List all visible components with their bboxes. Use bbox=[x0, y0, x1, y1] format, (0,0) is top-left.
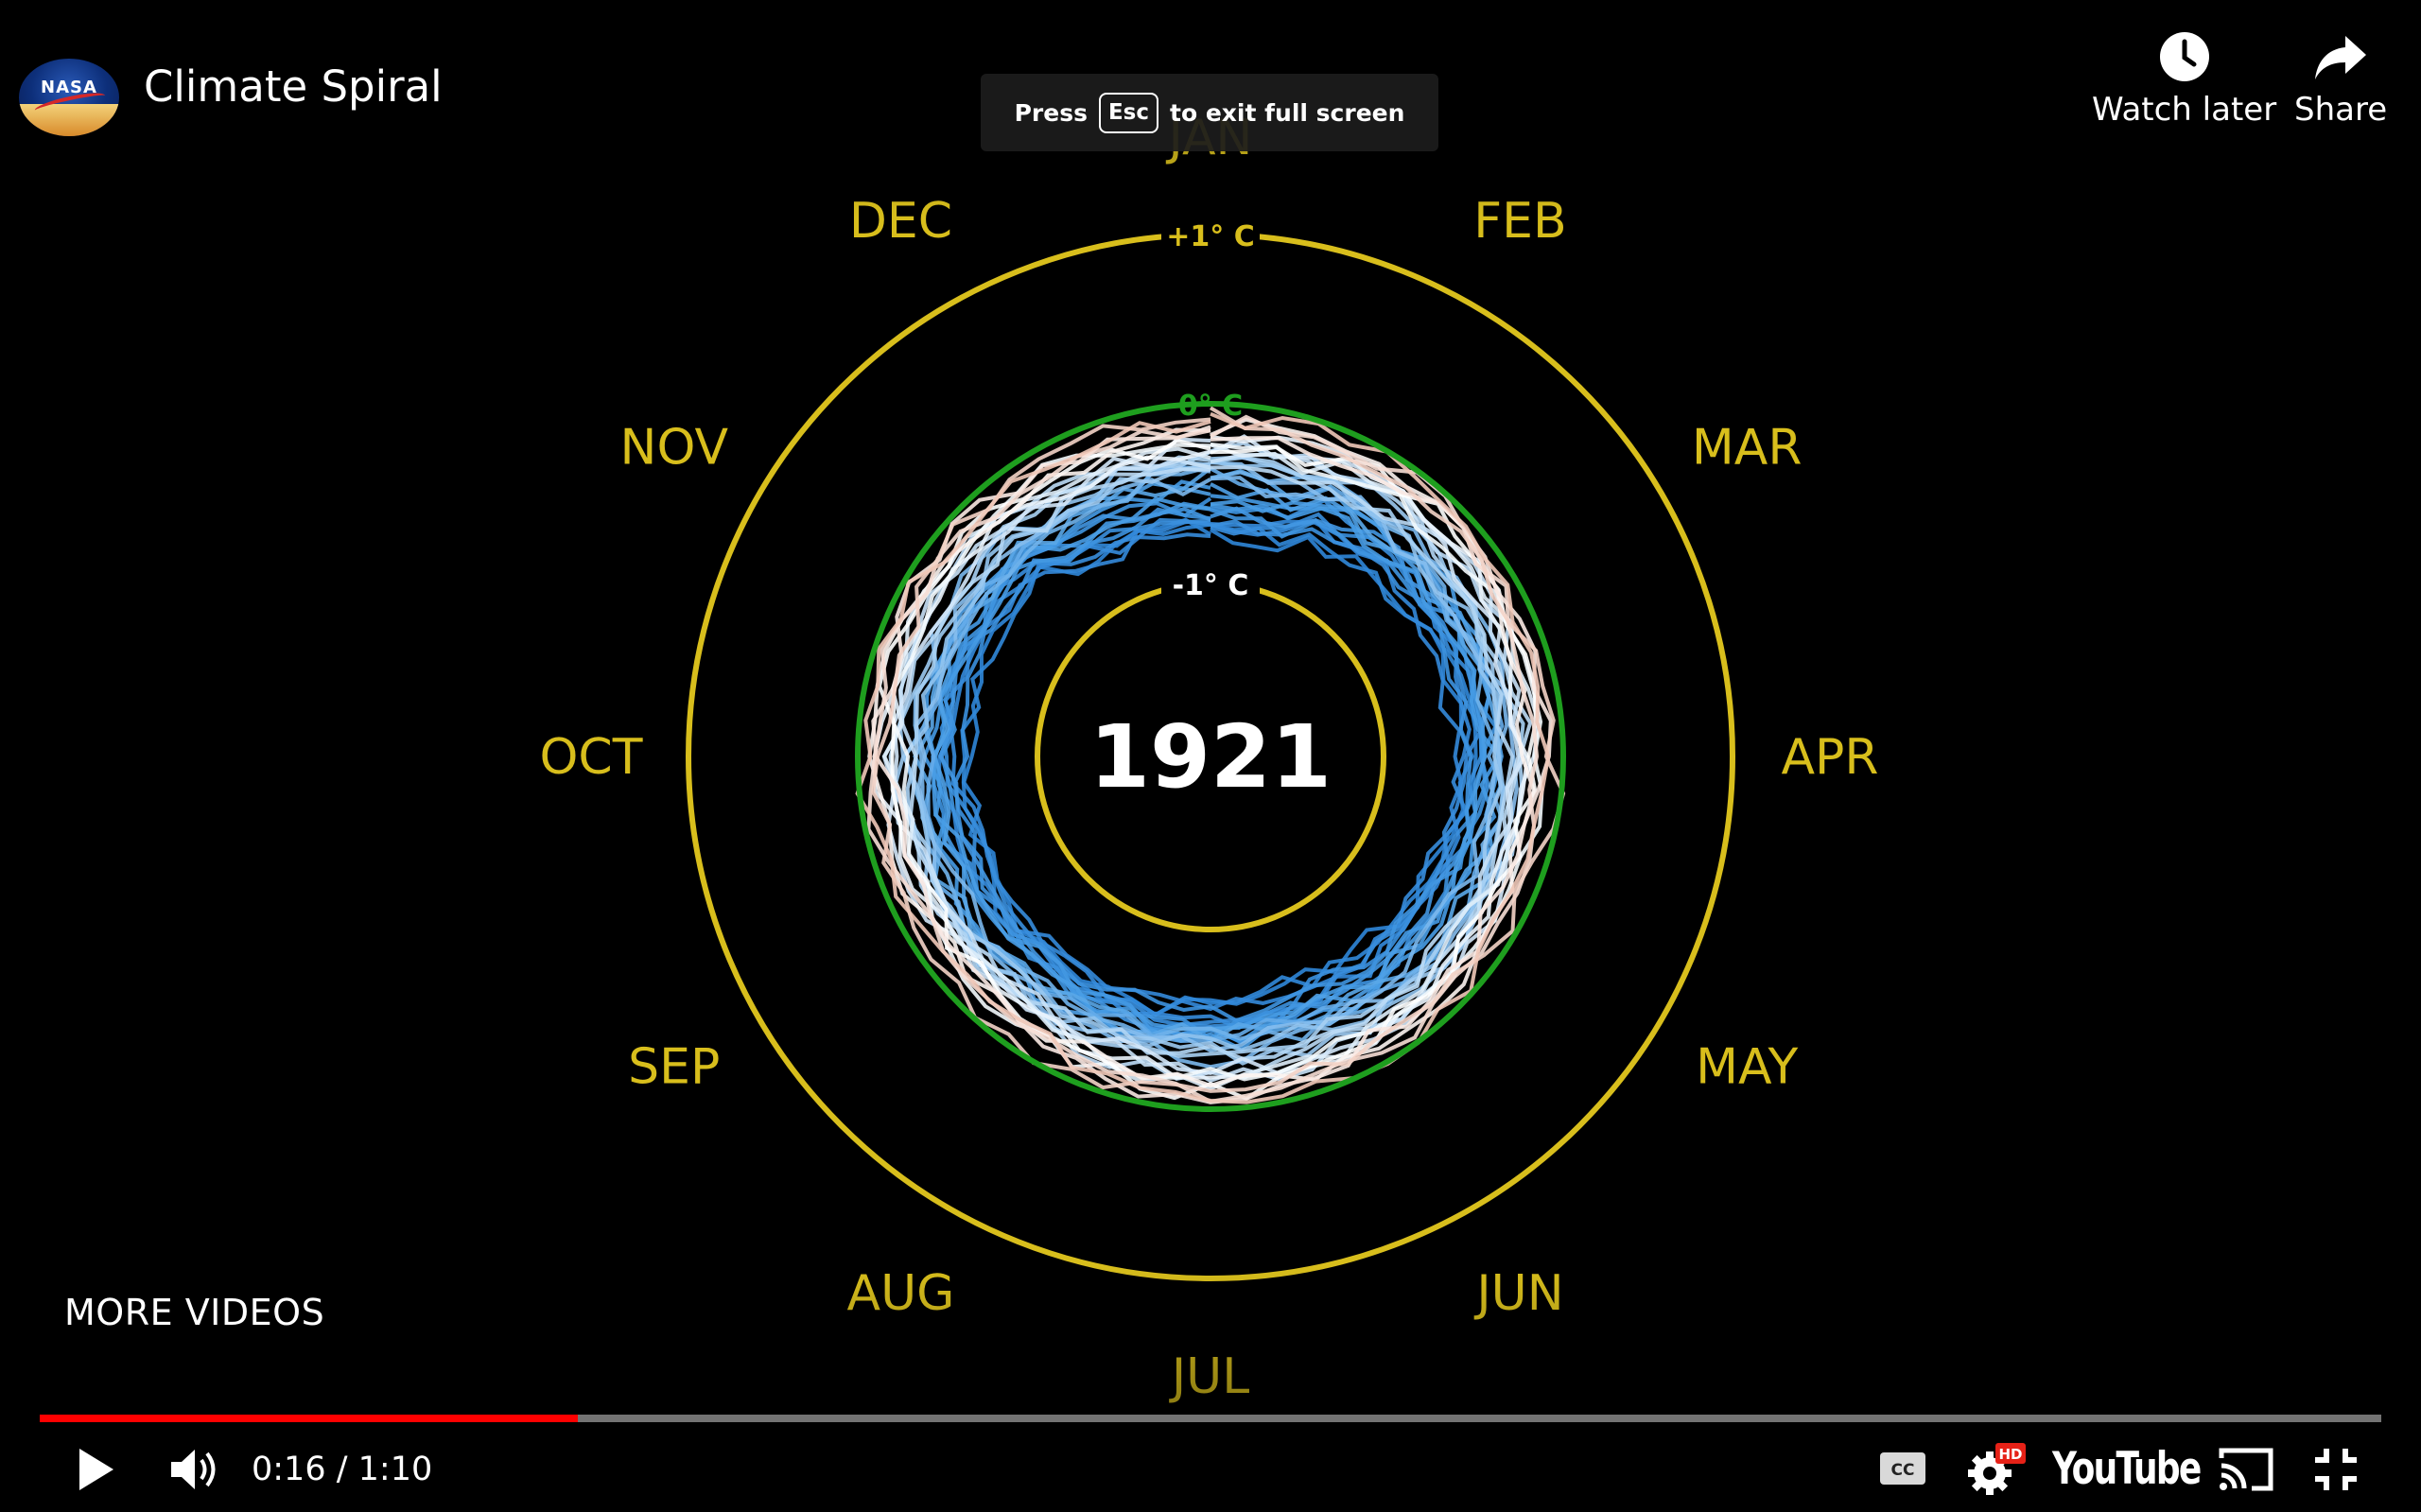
label-zero-c: 0° C bbox=[1178, 390, 1243, 423]
month-label-oct: OCT bbox=[539, 729, 642, 786]
watch-later-button[interactable]: Watch later bbox=[2092, 30, 2276, 129]
share-button[interactable]: Share bbox=[2294, 30, 2387, 129]
play-icon bbox=[79, 1449, 113, 1490]
clock-icon bbox=[2159, 32, 2209, 81]
month-label-mar: MAR bbox=[1692, 420, 1803, 477]
cast-button[interactable] bbox=[2217, 1443, 2275, 1496]
time-display: 0:16 / 1:10 bbox=[252, 1451, 433, 1488]
settings-button[interactable]: HD bbox=[1967, 1439, 2028, 1498]
toast-suffix: to exit full screen bbox=[1170, 98, 1405, 127]
nasa-logo-text: NASA bbox=[41, 78, 97, 97]
progress-bar[interactable] bbox=[40, 1415, 2381, 1422]
more-videos-button[interactable]: MORE VIDEOS bbox=[64, 1292, 324, 1333]
volume-icon bbox=[171, 1450, 216, 1489]
month-label-jul: JUL bbox=[1169, 1348, 1249, 1405]
label-minus-1c: -1° C bbox=[1173, 569, 1249, 602]
youtube-logo[interactable]: YouTube bbox=[2052, 1439, 2202, 1498]
exit-fullscreen-button[interactable] bbox=[2308, 1441, 2364, 1498]
cc-icon: CC bbox=[1880, 1452, 1925, 1485]
month-label-feb: FEB bbox=[1473, 193, 1566, 250]
month-label-sep: SEP bbox=[628, 1039, 720, 1096]
year-label: 1921 bbox=[1089, 706, 1332, 808]
exit-fullscreen-toast: Press Esc to exit full screen bbox=[981, 74, 1438, 151]
cast-icon bbox=[2219, 1448, 2273, 1491]
progress-played bbox=[40, 1415, 579, 1422]
month-label-nov: NOV bbox=[620, 420, 729, 477]
hd-badge: HD bbox=[1998, 1446, 2022, 1463]
share-label: Share bbox=[2294, 91, 2388, 129]
climate-spiral-visualization: +1° C0° C-1° CJANFEBMARAPRMAYJUNJULAUGSE… bbox=[539, 110, 1878, 1405]
share-arrow-icon bbox=[2315, 36, 2367, 79]
watch-later-label: Watch later bbox=[2092, 91, 2277, 129]
nasa-channel-logo[interactable]: NASA bbox=[19, 59, 119, 136]
label-plus-1c: +1° C bbox=[1166, 220, 1254, 253]
month-label-may: MAY bbox=[1696, 1039, 1798, 1096]
subtitles-button[interactable]: CC bbox=[1876, 1447, 1929, 1490]
exit-fullscreen-icon bbox=[2315, 1449, 2357, 1490]
cc-icon-text: CC bbox=[1891, 1461, 1915, 1480]
toast-prefix: Press bbox=[1014, 98, 1088, 127]
volume-button[interactable] bbox=[166, 1441, 225, 1498]
play-button[interactable] bbox=[68, 1441, 125, 1498]
month-label-dec: DEC bbox=[849, 193, 952, 250]
esc-key-badge: Esc bbox=[1098, 92, 1159, 133]
month-label-apr: APR bbox=[1781, 729, 1878, 786]
month-label-jun: JUN bbox=[1473, 1265, 1563, 1322]
video-title[interactable]: Climate Spiral bbox=[144, 59, 443, 115]
gear-icon: HD bbox=[1968, 1443, 2026, 1495]
month-label-aug: AUG bbox=[847, 1265, 955, 1322]
